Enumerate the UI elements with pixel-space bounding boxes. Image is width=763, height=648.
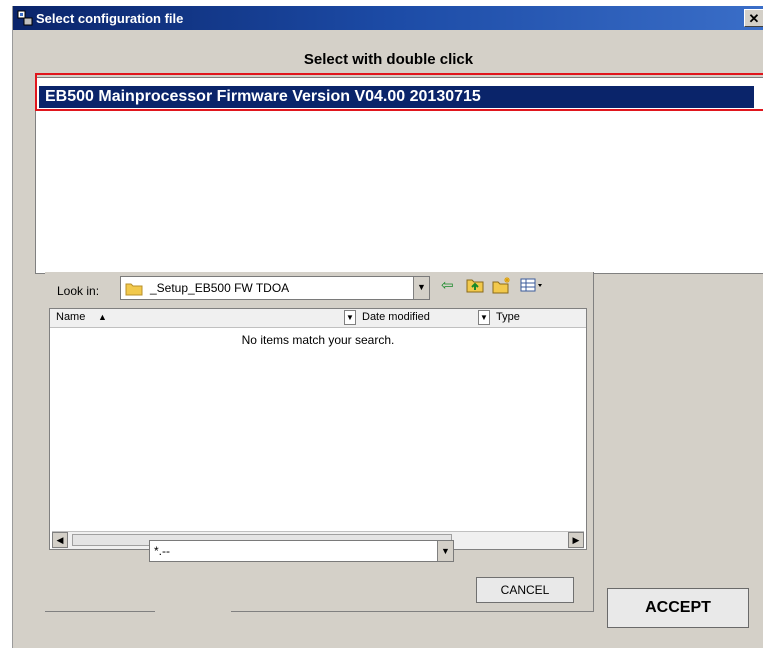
dropdown-arrow-icon[interactable]: ▼	[413, 277, 429, 299]
scroll-right-icon[interactable]: ▶	[568, 532, 584, 548]
back-arrow-icon[interactable]: ⇦	[441, 278, 454, 294]
dialog-window: Select configuration file ✕ Select with …	[12, 6, 763, 648]
highlight-box	[35, 73, 763, 111]
filter-value: *.--	[154, 544, 170, 558]
folder-icon	[125, 283, 143, 296]
file-list-header: Name ▲ ▼ Date modified ▼ Type	[50, 309, 586, 328]
up-folder-icon[interactable]	[466, 277, 484, 293]
instruction-heading: Select with double click	[303, 51, 474, 68]
column-header-date-modified[interactable]: Date modified	[362, 311, 430, 323]
divider	[45, 611, 155, 612]
file-browser-panel: Look in: _Setup_EB500 FW TDOA ▼ ⇦ Name ▲…	[45, 272, 594, 612]
close-icon[interactable]: ✕	[744, 9, 763, 27]
cancel-button[interactable]: CANCEL	[476, 577, 574, 603]
view-menu-icon[interactable]	[520, 278, 544, 292]
column-header-type[interactable]: Type	[496, 311, 520, 323]
accept-button[interactable]: ACCEPT	[607, 588, 749, 628]
file-list[interactable]: Name ▲ ▼ Date modified ▼ Type No items m…	[49, 308, 587, 550]
empty-message: No items match your search.	[241, 333, 395, 347]
app-icon	[17, 10, 33, 26]
look-in-dropdown[interactable]: _Setup_EB500 FW TDOA ▼	[120, 276, 430, 300]
window-title: Select configuration file	[36, 11, 184, 26]
scroll-left-icon[interactable]: ◀	[52, 532, 68, 548]
file-type-filter[interactable]: *.-- ▼	[149, 540, 454, 562]
sort-ascending-icon: ▲	[98, 312, 107, 322]
column-header-name[interactable]: Name	[56, 311, 85, 323]
look-in-value: _Setup_EB500 FW TDOA	[150, 281, 290, 295]
column-filter-dropdown[interactable]: ▼	[344, 310, 356, 325]
dropdown-arrow-icon[interactable]: ▼	[437, 541, 453, 561]
new-folder-icon[interactable]	[492, 276, 512, 294]
divider	[231, 611, 593, 612]
title-bar[interactable]: Select configuration file ✕	[13, 6, 763, 30]
look-in-label: Look in:	[57, 284, 100, 298]
column-filter-dropdown[interactable]: ▼	[478, 310, 490, 325]
